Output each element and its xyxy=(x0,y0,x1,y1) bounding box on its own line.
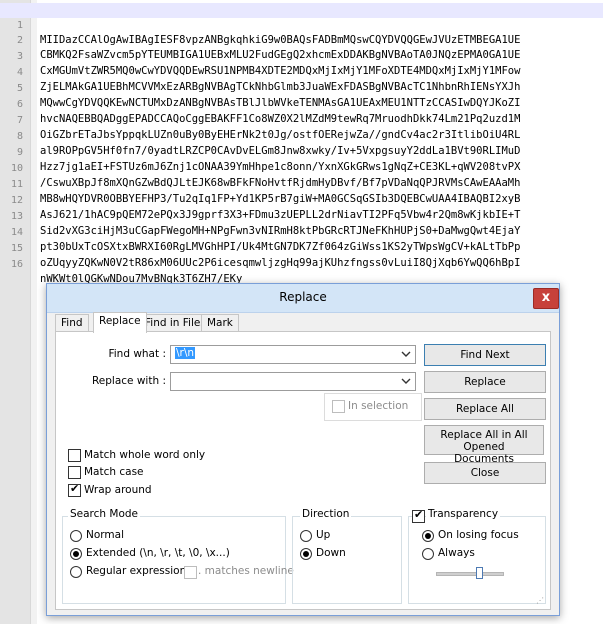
transparency-slider-track[interactable] xyxy=(436,572,504,576)
matches-newline-checkbox[interactable] xyxy=(184,566,197,579)
direction-down-label: Down xyxy=(316,547,346,559)
search-mode-normal-radio[interactable] xyxy=(70,530,82,542)
editor-line[interactable]: 4 ZjELMAkGA1UEBhMCVVMxEzARBgNVBAgTCkNhbG… xyxy=(0,50,603,93)
replace-button[interactable]: Replace xyxy=(424,371,546,393)
transparency-checkbox[interactable]: ✔ xyxy=(412,508,425,523)
direction-group xyxy=(292,516,402,604)
wrap-around-checkbox[interactable]: ✔ xyxy=(68,482,81,497)
editor-line[interactable]: 15 oZUqyyZQKwN0V2tR86xM06UUc2P6icesqmwlj… xyxy=(0,226,603,269)
replace-tab-panel: Find what : \r\n Replace with : In selec… xyxy=(55,331,551,610)
direction-up-label: Up xyxy=(316,529,331,541)
replace-with-label: Replace with : xyxy=(91,375,166,387)
replace-all-in-opened-documents-button[interactable]: Replace All in All Opened Documents xyxy=(424,425,544,465)
search-mode-extended-radio[interactable] xyxy=(70,548,82,560)
transparency-title: Transparency xyxy=(426,508,501,520)
matches-newline-label: . matches newline xyxy=(198,565,294,577)
tab-find[interactable]: Find xyxy=(55,314,89,332)
direction-up-radio[interactable] xyxy=(300,530,312,542)
tab-mark[interactable]: Mark xyxy=(201,314,239,332)
search-mode-normal-label: Normal xyxy=(86,529,124,541)
editor-line[interactable]: 7 OiGZbrETaJbsYppqkLUZn0uBy0ByEHErNk2t0J… xyxy=(0,98,603,141)
replace-dialog: Replace x Find Replace Find in Files Mar… xyxy=(46,283,560,616)
editor-line[interactable]: 2 CBMKQ2FsaWZvcm5pYTEUMBIGA1UEBxMLU2FudG… xyxy=(0,18,603,61)
editor-line[interactable]: 16 nWKWt0lQGKwNDou7MvBNqk3T6ZH7/EKy xyxy=(0,242,603,285)
radio-dot xyxy=(73,551,79,557)
check-icon: ✔ xyxy=(70,482,80,495)
editor-line[interactable]: 6 hvcNAQEBBQADggEPADCCAQoCggEBAKFF1Co8WZ… xyxy=(0,82,603,125)
search-mode-extended-label: Extended (\n, \r, \t, \0, \x...) xyxy=(86,547,230,559)
editor-line[interactable]: 5 MQwwCgYDVQQKEwNCTUMxDzANBgNVBAsTBlJlbW… xyxy=(0,66,603,109)
search-mode-title: Search Mode xyxy=(68,508,141,520)
find-what-combobox[interactable]: \r\n xyxy=(170,345,416,364)
transparency-slider-thumb[interactable] xyxy=(476,567,483,579)
close-button[interactable]: Close xyxy=(424,462,546,484)
radio-dot xyxy=(425,533,431,539)
line-number: 16 xyxy=(10,259,23,270)
match-case-label: Match case xyxy=(84,466,144,478)
chevron-down-icon[interactable] xyxy=(401,349,411,359)
transparency-on-losing-focus-label: On losing focus xyxy=(438,529,519,541)
editor-line[interactable]: 14 pt30bUxTcOSXtxBWRXI60RgLMVGhHPI/Uk4Mt… xyxy=(0,210,603,253)
find-what-label: Find what : xyxy=(108,348,166,360)
editor-line[interactable]: 13 Sid2vXG3ciHjM3uCGapFWegoMH+NPgFwn3vNI… xyxy=(0,194,603,237)
wrap-around-label: Wrap around xyxy=(84,484,152,496)
chevron-down-icon[interactable] xyxy=(401,376,411,386)
transparency-always-radio[interactable] xyxy=(422,548,434,560)
resize-grip-icon[interactable]: ⋰ xyxy=(536,596,544,605)
editor-line[interactable]: 12 AsJ621/1hAC9pQEM72ePQx3J9gprf3X3+FDmu… xyxy=(0,178,603,221)
match-case-checkbox[interactable] xyxy=(68,466,81,479)
in-selection-checkbox[interactable] xyxy=(332,400,345,413)
transparency-always-label: Always xyxy=(438,547,475,559)
button-line: Replace All in All Opened xyxy=(440,429,528,453)
find-what-value: \r\n xyxy=(175,347,196,359)
tab-replace[interactable]: Replace xyxy=(93,312,147,333)
dialog-title: Replace xyxy=(279,290,327,304)
editor-line[interactable]: 3 CxMGUmVtZWR5MQ0wCwYDVQQDEwRSU1NPMB4XDT… xyxy=(0,34,603,77)
direction-down-radio[interactable] xyxy=(300,548,312,560)
radio-dot xyxy=(303,551,309,557)
editor-line[interactable]: 1 MIIDazCCAlOgAwIBAgIESF8vpzANBgkqhkiG9w… xyxy=(0,3,603,46)
direction-title: Direction xyxy=(300,508,352,520)
close-icon: x xyxy=(541,290,551,305)
editor-line[interactable]: 10 /CswuXBpJf8mXQnGZwBdQJLtEJK68wBFkFNoH… xyxy=(0,146,603,189)
editor-line[interactable]: 8 al9ROPpGV5Hf0fn7/0yadtLRZCP0CAvDvELGm8… xyxy=(0,114,603,157)
search-mode-regex-radio[interactable] xyxy=(70,566,82,578)
editor-line[interactable]: 9 Hzz7jg1aEI+FSTUz6mJ6Znj1cONAA39YmHhpe1… xyxy=(0,130,603,173)
in-selection-label: In selection xyxy=(348,400,409,412)
search-mode-regex-label: Regular expression xyxy=(86,565,187,577)
replace-all-button[interactable]: Replace All xyxy=(424,398,546,420)
match-whole-word-checkbox[interactable] xyxy=(68,449,81,462)
transparency-on-losing-focus-radio[interactable] xyxy=(422,530,434,542)
editor-line[interactable]: 11 MB8wHQYDVR0OBBYEFHP3/Tu2qIq1FP+Yd1KP5… xyxy=(0,162,603,205)
replace-with-combobox[interactable] xyxy=(170,372,416,391)
line-text: oZUqyyZQKwN0V2tR86xM06UUc2P6icesqmwljzgH… xyxy=(40,257,521,269)
dialog-titlebar[interactable]: Replace x xyxy=(47,284,559,313)
check-icon: ✔ xyxy=(414,508,424,521)
find-next-button[interactable]: Find Next xyxy=(424,344,546,366)
match-whole-word-label: Match whole word only xyxy=(84,449,206,461)
close-window-button[interactable]: x xyxy=(533,288,559,309)
